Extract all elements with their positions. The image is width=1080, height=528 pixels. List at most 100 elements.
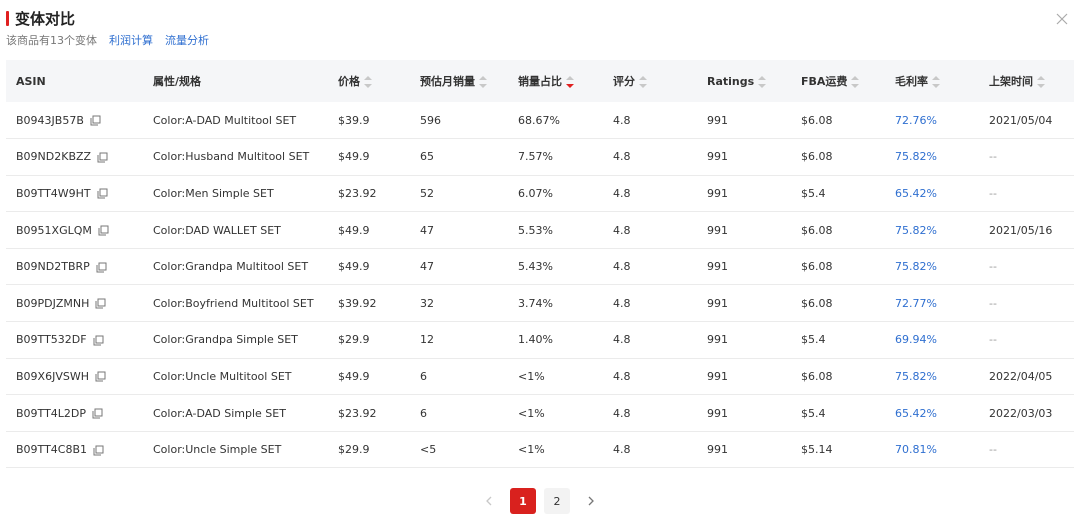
- table-cell: <1%: [508, 395, 603, 432]
- asin-cell: B09ND2TBRP: [6, 248, 143, 285]
- cell-value: 3.74%: [518, 296, 553, 310]
- cell-value: 4.8: [613, 406, 631, 420]
- listed-date-cell: 2022/04/05: [979, 358, 1074, 395]
- column-header-label: 销量占比: [518, 75, 562, 88]
- page-1-button[interactable]: 1: [510, 488, 536, 514]
- cell-value: 4.8: [613, 260, 631, 274]
- cell-value: Color:Uncle Simple SET: [153, 443, 282, 457]
- copy-icon[interactable]: [93, 335, 104, 346]
- cell-value: <1%: [518, 369, 545, 383]
- table-cell: 596: [410, 102, 508, 139]
- table-cell: $49.9: [328, 212, 410, 249]
- table-cell: 6: [410, 395, 508, 432]
- column-header[interactable]: 预估月销量: [410, 60, 508, 102]
- table-cell: $49.9: [328, 248, 410, 285]
- cell-value: 47: [420, 260, 434, 274]
- column-header[interactable]: Ratings: [697, 60, 791, 102]
- variant-count-text: 该商品有13个变体: [6, 34, 97, 47]
- cell-value: 4.8: [613, 113, 631, 127]
- page-2-button[interactable]: 2: [544, 488, 570, 514]
- cell-value: 991: [707, 113, 728, 127]
- sort-icon[interactable]: [364, 76, 372, 88]
- cell-value: Color:Men Simple SET: [153, 186, 274, 200]
- cell-value: 991: [707, 369, 728, 383]
- column-header[interactable]: 销量占比: [508, 60, 603, 102]
- cell-value: $49.9: [338, 260, 370, 274]
- asin-text: B0951XGLQM: [16, 223, 92, 237]
- chevron-left-icon[interactable]: [476, 488, 502, 514]
- asin-cell: B09ND2KBZZ: [6, 139, 143, 176]
- cell-value: $5.4: [801, 333, 826, 347]
- cell-value: 991: [707, 333, 728, 347]
- table-row: B09TT4C8B1 Color:Uncle Simple SET $29.9 <5 <…: [6, 431, 1074, 468]
- column-header-label: 属性/规格: [153, 75, 202, 88]
- table-cell: 47: [410, 212, 508, 249]
- copy-icon[interactable]: [95, 298, 106, 309]
- table-cell: 32: [410, 285, 508, 322]
- cell-value: <1%: [518, 443, 545, 457]
- sort-icon[interactable]: [639, 76, 647, 88]
- table-cell: 4.8: [603, 248, 697, 285]
- sort-icon[interactable]: [932, 76, 940, 88]
- dialog-header: 变体对比 该商品有13个变体 利润计算 流量分析: [6, 8, 1080, 52]
- traffic-analysis-link[interactable]: 流量分析: [165, 32, 209, 48]
- cell-value: 12: [420, 333, 434, 347]
- cell-value: 991: [707, 296, 728, 310]
- sort-icon[interactable]: [479, 76, 487, 88]
- close-icon[interactable]: [1056, 10, 1072, 26]
- column-header-label: 上架时间: [989, 75, 1033, 88]
- listed-date-value: --: [989, 333, 997, 347]
- table-body: B0943JB57B Color:A-DAD Multitool SET $39.9…: [6, 102, 1074, 468]
- asin-cell: B09X6JVSWH: [6, 358, 143, 395]
- copy-icon[interactable]: [96, 262, 107, 273]
- table-row: B09ND2KBZZ Color:Husband Multitool SET $49…: [6, 139, 1074, 176]
- copy-icon[interactable]: [95, 371, 106, 382]
- sort-icon[interactable]: [758, 75, 767, 88]
- column-header[interactable]: 评分: [603, 60, 697, 102]
- sort-icon[interactable]: [851, 76, 860, 88]
- cell-value: $6.08: [801, 369, 833, 383]
- asin-text: B09TT532DF: [16, 333, 87, 347]
- asin-text: B09TT4C8B1: [16, 443, 88, 457]
- table-cell: <1%: [508, 431, 603, 468]
- copy-icon[interactable]: [93, 445, 104, 456]
- table-cell: Color:Husband Multitool SET: [143, 139, 328, 176]
- copy-icon[interactable]: [97, 188, 108, 199]
- table-cell: 991: [697, 139, 791, 176]
- copy-icon[interactable]: [92, 408, 103, 419]
- listed-date-cell: 2022/03/03: [979, 395, 1074, 432]
- cell-value: $5.14: [801, 443, 833, 457]
- table-cell: $5.4: [791, 395, 885, 432]
- copy-icon[interactable]: [90, 115, 101, 126]
- column-header[interactable]: FBA运费: [791, 60, 885, 102]
- table-cell: 991: [697, 102, 791, 139]
- column-header[interactable]: 毛利率: [885, 60, 979, 102]
- table-row: B09PDJZMNH Color:Boyfriend Multitool SET $…: [6, 285, 1074, 322]
- table-cell: 991: [697, 358, 791, 395]
- cell-value: 52: [420, 186, 434, 200]
- table-cell: 4.8: [603, 285, 697, 322]
- margin-value: 65.42%: [895, 406, 937, 420]
- listed-date-cell: 2021/05/04: [979, 102, 1074, 139]
- profit-calc-link[interactable]: 利润计算: [109, 32, 153, 48]
- table-row: B0943JB57B Color:A-DAD Multitool SET $39.9…: [6, 102, 1074, 139]
- sort-icon[interactable]: [566, 76, 574, 88]
- copy-icon[interactable]: [97, 152, 108, 163]
- table-cell: 4.8: [603, 212, 697, 249]
- margin-cell: 65.42%: [885, 395, 979, 432]
- cell-value: 5.53%: [518, 223, 553, 237]
- column-header[interactable]: 上架时间: [979, 60, 1074, 102]
- column-header-label: 评分: [613, 75, 635, 88]
- copy-icon[interactable]: [98, 225, 109, 236]
- cell-value: 991: [707, 260, 728, 274]
- sort-icon[interactable]: [1037, 76, 1045, 88]
- margin-value: 75.82%: [895, 369, 937, 383]
- cell-value: 6: [420, 406, 427, 420]
- title-row: 变体对比: [6, 8, 1080, 28]
- table-cell: $23.92: [328, 395, 410, 432]
- table-cell: $23.92: [328, 175, 410, 212]
- column-header[interactable]: 价格: [328, 60, 410, 102]
- column-header-label: ASIN: [16, 74, 46, 88]
- table-cell: 4.8: [603, 102, 697, 139]
- chevron-right-icon[interactable]: [578, 488, 604, 514]
